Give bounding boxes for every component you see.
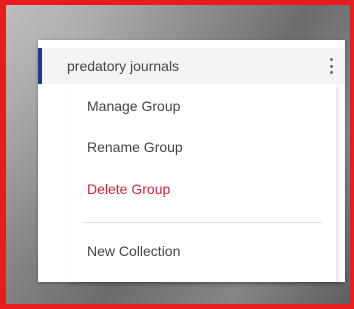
menu-divider <box>82 222 322 223</box>
menu-item-manage-group[interactable]: Manage Group <box>87 98 180 114</box>
kebab-dot <box>329 58 333 61</box>
menu-item-delete-group[interactable]: Delete Group <box>87 181 170 197</box>
menu-item-new-collection[interactable]: New Collection <box>87 243 180 259</box>
kebab-dot <box>329 64 333 68</box>
group-context-menu: Manage Group Rename Group Delete Group N… <box>66 84 336 282</box>
group-name: predatory journals <box>67 58 180 74</box>
collections-panel: predatory journals Manage Group Rename G… <box>38 40 345 282</box>
group-row[interactable]: predatory journals <box>38 48 345 84</box>
kebab-dot <box>329 71 333 74</box>
more-vertical-icon[interactable] <box>326 55 336 77</box>
menu-item-rename-group[interactable]: Rename Group <box>87 139 183 155</box>
